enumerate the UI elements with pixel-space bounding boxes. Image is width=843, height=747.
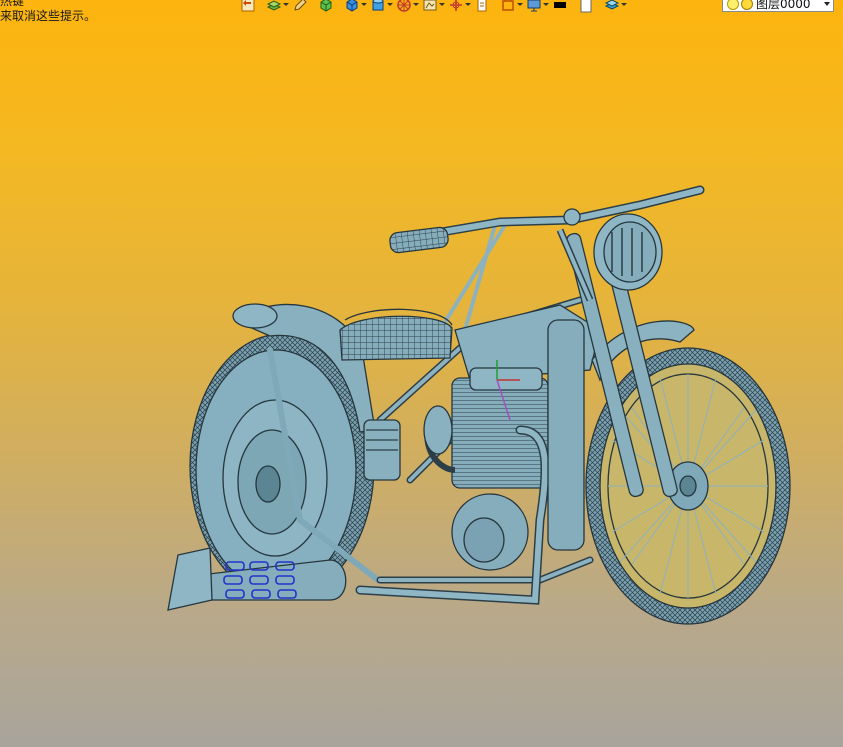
- green-cube-button[interactable]: [318, 0, 342, 13]
- view-button[interactable]: [422, 0, 446, 13]
- layer-selector-value: 图层0000: [756, 0, 811, 11]
- axes-button[interactable]: [448, 0, 472, 13]
- blue-cube-button[interactable]: [344, 0, 368, 13]
- white-color-swatch[interactable]: [578, 0, 602, 13]
- engine: [423, 367, 549, 571]
- clipboard-button[interactable]: [474, 0, 498, 13]
- wheel-button[interactable]: [396, 0, 420, 13]
- layer-stack-button[interactable]: [266, 0, 290, 13]
- blue-cube-icon: [346, 0, 358, 12]
- motorcycle-model[interactable]: [167, 185, 791, 625]
- chevron-down-icon: [824, 1, 830, 6]
- layers-button[interactable]: [604, 0, 628, 13]
- cylinder-icon: [372, 0, 384, 11]
- view-icon: [423, 0, 437, 11]
- pencil-icon: [294, 0, 307, 11]
- green-cube-icon: [320, 0, 332, 12]
- display-icon: [527, 0, 541, 12]
- clipboard-icon: [477, 0, 487, 12]
- frame-icon: [502, 0, 514, 11]
- seat: [339, 315, 453, 361]
- cylinder-button[interactable]: [370, 0, 394, 13]
- rear-mudflap: [167, 547, 213, 611]
- black-color-swatch[interactable]: [552, 0, 576, 13]
- wheel-icon: [397, 0, 411, 12]
- axes-icon: [450, 0, 462, 11]
- sun-icon: [741, 0, 753, 10]
- undo-icon: [241, 0, 255, 12]
- undo-button[interactable]: [240, 0, 264, 13]
- frame-button[interactable]: [500, 0, 524, 13]
- headlight: [593, 213, 663, 291]
- display-button[interactable]: [526, 0, 550, 13]
- layers-icon: [604, 0, 620, 10]
- layer-selector[interactable]: 图层0000: [722, 0, 834, 12]
- main-toolbar: [240, 0, 628, 14]
- white-color-swatch-icon: [580, 0, 592, 13]
- left-grip: [389, 226, 449, 254]
- 3d-viewport[interactable]: [0, 0, 843, 747]
- light-bulb-icon: [727, 0, 739, 10]
- black-color-swatch-icon: [554, 2, 566, 8]
- pencil-button[interactable]: [292, 0, 316, 13]
- layer-stack-icon: [266, 0, 282, 11]
